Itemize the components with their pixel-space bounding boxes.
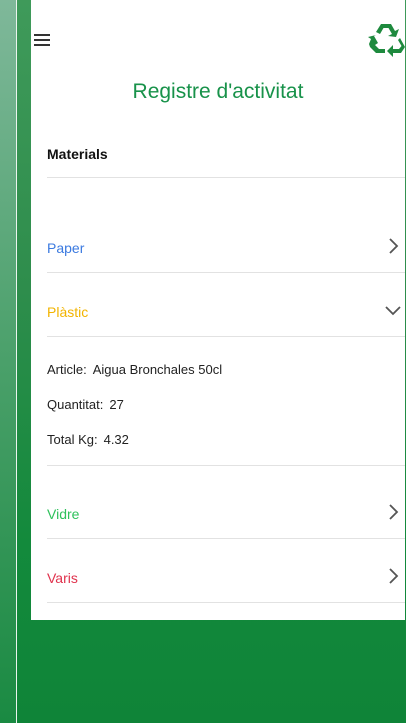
material-label-glass: Vidre (47, 506, 80, 522)
chevron-down-icon (385, 306, 401, 316)
material-label-misc: Varis (47, 570, 78, 586)
detail-total: Total Kg: 4.32 (47, 432, 129, 447)
detail-quantity-label: Quantitat: (47, 397, 104, 412)
row-divider (47, 602, 405, 603)
material-row-plastic[interactable]: Plàstic (47, 292, 405, 332)
menu-icon[interactable] (34, 34, 50, 46)
chevron-right-icon (389, 568, 399, 584)
left-edge-strip (0, 0, 17, 723)
chevron-right-icon (389, 504, 399, 520)
detail-quantity-value: 27 (109, 397, 124, 412)
material-row-misc[interactable]: Varis (47, 558, 405, 598)
page-title: Registre d'activitat (132, 80, 304, 103)
chevron-right-icon (389, 238, 399, 254)
recycle-icon (368, 24, 405, 57)
row-divider (47, 336, 405, 337)
material-row-paper[interactable]: Paper (47, 228, 405, 268)
detail-total-value: 4.32 (103, 432, 129, 447)
material-label-paper: Paper (47, 240, 85, 256)
section-divider (47, 177, 405, 178)
row-divider (47, 272, 405, 273)
row-divider (47, 465, 405, 466)
detail-article-label: Article: (47, 362, 87, 377)
header: Registre d'activitat (31, 0, 405, 130)
detail-quantity: Quantitat: 27 (47, 397, 124, 412)
detail-total-label: Total Kg: (47, 432, 98, 447)
activity-card: Registre d'activitat Materials Paper Plà… (31, 0, 405, 620)
detail-article: Article: Aigua Bronchales 50cl (47, 362, 222, 377)
material-label-plastic: Plàstic (47, 304, 89, 320)
material-row-glass[interactable]: Vidre (47, 494, 405, 534)
section-title: Materials (47, 146, 108, 162)
row-divider (47, 538, 405, 539)
detail-article-value: Aigua Bronchales 50cl (92, 362, 223, 377)
